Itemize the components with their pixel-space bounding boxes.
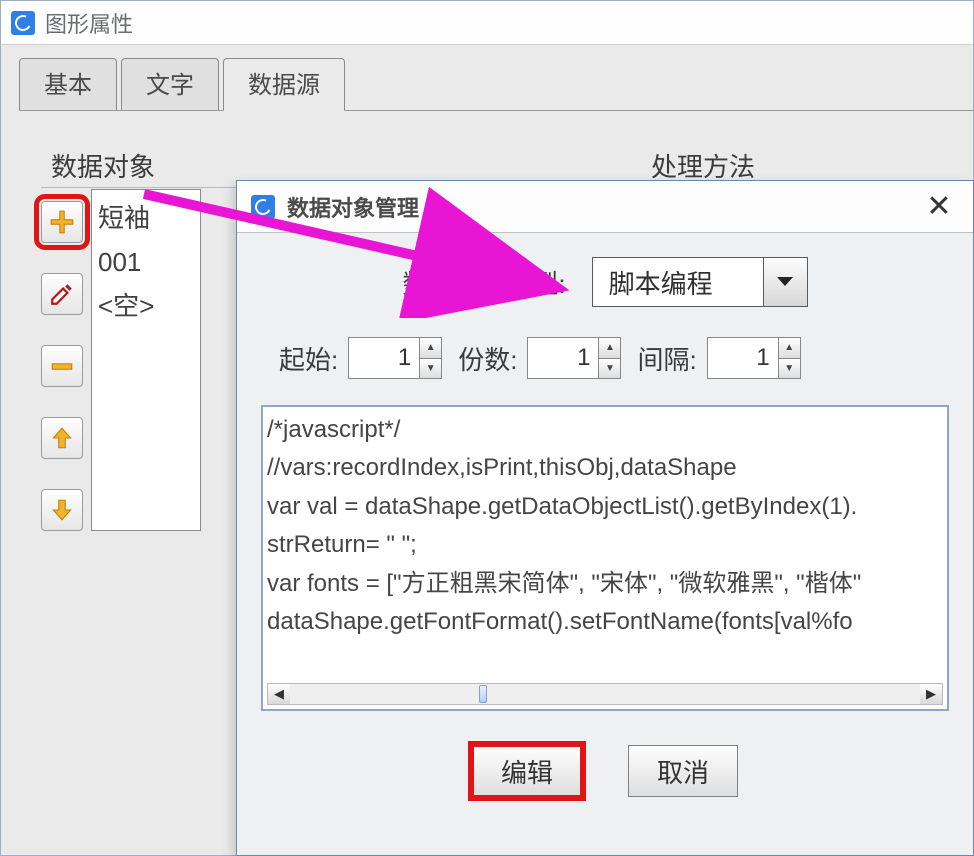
app-icon [11, 11, 35, 35]
move-down-button[interactable] [41, 489, 83, 531]
group-label-data-objects: 数据对象 [51, 147, 155, 184]
spin-up-icon[interactable]: ▲ [599, 338, 620, 359]
start-group: 起始: ▲ ▼ [279, 337, 442, 379]
scroll-track[interactable] [290, 684, 920, 704]
copies-spinner[interactable]: ▲ ▼ [527, 337, 621, 379]
interval-label: 间隔: [637, 340, 696, 377]
minus-icon [49, 353, 75, 379]
tab-basic[interactable]: 基本 [19, 58, 117, 110]
spinner-buttons[interactable]: ▲ ▼ [778, 338, 800, 378]
horizontal-scrollbar[interactable]: ◀ ▶ [267, 683, 943, 705]
app-icon [251, 195, 275, 219]
dialog-buttons: 编辑 取消 [259, 745, 951, 797]
combo-value: 脚本编程 [593, 258, 763, 306]
move-up-button[interactable] [41, 417, 83, 459]
tab-text[interactable]: 文字 [121, 58, 219, 110]
start-spinner[interactable]: ▲ ▼ [348, 337, 442, 379]
script-content[interactable]: /*javascript*/ //vars:recordIndex,isPrin… [267, 411, 943, 681]
dialog-title: 数据对象管理 [287, 191, 419, 223]
spin-up-icon[interactable]: ▲ [420, 338, 441, 359]
spinner-buttons[interactable]: ▲ ▼ [598, 338, 620, 378]
dialog-titlebar: 数据对象管理 ✕ [237, 181, 973, 233]
script-editor[interactable]: /*javascript*/ //vars:recordIndex,isPrin… [261, 405, 949, 711]
arrow-down-icon [49, 497, 75, 523]
add-object-button[interactable] [41, 201, 83, 243]
pencil-icon [49, 281, 75, 307]
interval-input[interactable] [708, 338, 778, 378]
data-objects-panel: 短袖 001 <空> [41, 189, 201, 531]
data-object-list[interactable]: 短袖 001 <空> [91, 189, 201, 531]
list-item[interactable]: <空> [98, 284, 194, 328]
spin-up-icon[interactable]: ▲ [779, 338, 800, 359]
main-tabstrip: 基本 文字 数据源 [19, 65, 973, 111]
scroll-left-icon[interactable]: ◀ [268, 684, 290, 704]
interval-spinner[interactable]: ▲ ▼ [707, 337, 801, 379]
chevron-down-icon[interactable] [763, 258, 807, 306]
window-title: 图形属性 [45, 7, 133, 39]
start-input[interactable] [349, 338, 419, 378]
cancel-button[interactable]: 取消 [628, 745, 738, 797]
spinner-buttons[interactable]: ▲ ▼ [419, 338, 441, 378]
type-row: 数据对象类型: 脚本编程 [259, 257, 951, 307]
main-titlebar: 图形属性 [1, 1, 973, 45]
data-objects-toolbar [41, 201, 83, 531]
list-item[interactable]: 短袖 [98, 196, 194, 240]
remove-object-button[interactable] [41, 345, 83, 387]
edit-button[interactable]: 编辑 [472, 745, 582, 797]
arrow-up-icon [49, 425, 75, 451]
interval-group: 间隔: ▲ ▼ [637, 337, 800, 379]
dialog-body: 数据对象类型: 脚本编程 起始: ▲ ▼ 份数: [237, 233, 973, 807]
edit-object-button[interactable] [41, 273, 83, 315]
tab-datasource[interactable]: 数据源 [223, 58, 345, 111]
scroll-right-icon[interactable]: ▶ [920, 684, 942, 704]
data-object-management-dialog: 数据对象管理 ✕ 数据对象类型: 脚本编程 起始: ▲ ▼ [236, 180, 974, 856]
copies-label: 份数: [458, 340, 517, 377]
list-item[interactable]: 001 [98, 240, 194, 284]
spin-down-icon[interactable]: ▼ [599, 359, 620, 379]
scroll-thumb[interactable] [479, 685, 487, 703]
spin-down-icon[interactable]: ▼ [420, 359, 441, 379]
object-type-combo[interactable]: 脚本编程 [592, 257, 808, 307]
range-row: 起始: ▲ ▼ 份数: ▲ ▼ [279, 337, 951, 379]
group-label-processing: 处理方法 [651, 147, 755, 184]
spin-down-icon[interactable]: ▼ [779, 359, 800, 379]
copies-input[interactable] [528, 338, 598, 378]
type-label: 数据对象类型: [402, 264, 565, 301]
copies-group: 份数: ▲ ▼ [458, 337, 621, 379]
start-label: 起始: [279, 340, 338, 377]
close-icon[interactable]: ✕ [919, 187, 959, 227]
plus-icon [49, 209, 75, 235]
